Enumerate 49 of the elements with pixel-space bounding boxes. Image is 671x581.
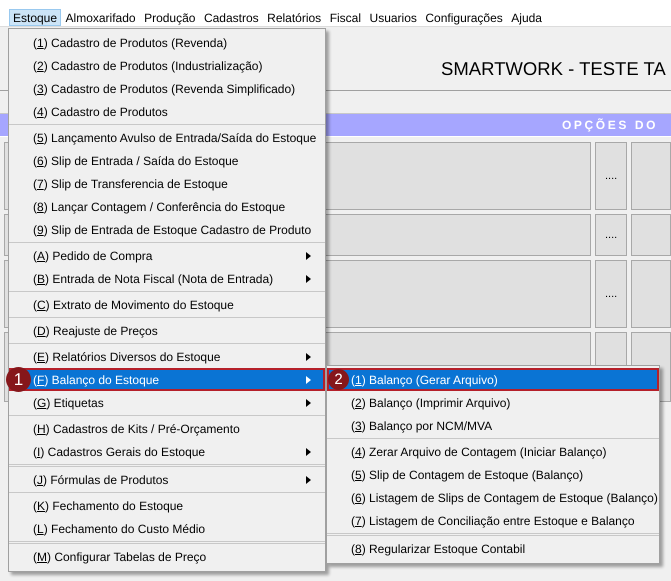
menu-item[interactable]: (K) Fechamento do Estoque bbox=[9, 494, 325, 517]
menu-item[interactable]: (3) Cadastro de Produtos (Revenda Simplificado) bbox=[9, 77, 325, 100]
menu-item[interactable]: (7) Listagem de Conciliação entre Estoque e Balanço bbox=[327, 509, 659, 532]
menu-item[interactable]: (L) Fechamento do Custo Médio bbox=[9, 517, 325, 540]
menu-item[interactable]: (3) Balanço por NCM/MVA bbox=[327, 414, 659, 437]
menu-item[interactable]: (A) Pedido de Compra bbox=[9, 244, 325, 267]
menu-item[interactable]: (C) Extrato de Movimento do Estoque bbox=[9, 293, 325, 316]
menu-bar-item[interactable]: Estoque bbox=[9, 8, 62, 26]
menu-item[interactable]: (7) Slip de Transferencia de Estoque bbox=[9, 172, 325, 195]
menu-item[interactable]: 2 (1) Balanço (Gerar Arquivo) bbox=[327, 368, 659, 391]
ellipsis-button[interactable]: .... bbox=[595, 260, 627, 328]
menu-item[interactable]: (2) Cadastro de Produtos (Industrialização) bbox=[9, 54, 325, 77]
menu-item[interactable]: (B) Entrada de Nota Fiscal (Nota de Entrada) bbox=[9, 267, 325, 290]
menu-item[interactable]: (4) Zerar Arquivo de Contagem (Iniciar Balanço) bbox=[327, 440, 659, 463]
menu-item[interactable]: (H) Cadastros de Kits / Pré-Orçamento bbox=[9, 417, 325, 440]
panel bbox=[631, 214, 671, 256]
menu-bar-item[interactable]: Fiscal bbox=[326, 8, 366, 26]
menu-bar-item[interactable]: Configurações bbox=[421, 8, 507, 26]
ellipsis-button[interactable]: .... bbox=[595, 214, 627, 256]
menu-item[interactable]: (8) Regularizar Estoque Contabil bbox=[327, 537, 659, 560]
menu-item[interactable]: (4) Cadastro de Produtos bbox=[9, 100, 325, 123]
panel bbox=[631, 260, 671, 328]
menu-item[interactable]: (8) Lançar Contagem / Conferência do Estoque bbox=[9, 195, 325, 218]
options-bar-title: OPÇÕES DO bbox=[562, 118, 658, 132]
menu-item[interactable]: (G) Etiquetas bbox=[9, 391, 325, 414]
menu-item[interactable]: 1 (F) Balanço do Estoque bbox=[9, 368, 325, 391]
window-title: SMARTWORK - TESTE TA bbox=[441, 58, 666, 80]
menu-item[interactable]: (E) Relatórios Diversos do Estoque bbox=[9, 345, 325, 368]
menu-item[interactable]: (J) Fórmulas de Produtos bbox=[9, 468, 325, 491]
menu-item[interactable]: (1) Cadastro de Produtos (Revenda) bbox=[9, 31, 325, 54]
menu-item[interactable]: (D) Reajuste de Preços bbox=[9, 319, 325, 342]
callout-badge: 2 bbox=[328, 369, 349, 390]
callout-badge: 1 bbox=[6, 367, 31, 392]
menu-item[interactable]: (I) Cadastros Gerais do Estoque bbox=[9, 440, 325, 463]
ellipsis-button[interactable]: .... bbox=[595, 142, 627, 210]
panel bbox=[631, 142, 671, 210]
menu-item[interactable]: (6) Listagem de Slips de Contagem de Estoque (Balanço) bbox=[327, 486, 659, 509]
menu-bar-item[interactable]: Almoxarifado bbox=[62, 8, 140, 26]
menu-item[interactable]: (9) Slip de Entrada de Estoque Cadastro de Produto bbox=[9, 218, 325, 241]
menu-bar-item[interactable]: Ajuda bbox=[507, 8, 546, 26]
menu-item[interactable]: (2) Balanço (Imprimir Arquivo) bbox=[327, 391, 659, 414]
menu-item[interactable]: (5) Lançamento Avulso de Entrada/Saída do Estoque bbox=[9, 126, 325, 149]
menu-item[interactable]: (M) Configurar Tabelas de Preço bbox=[9, 545, 325, 568]
menu-bar-item[interactable]: Produção bbox=[140, 8, 200, 26]
menu-bar-item[interactable]: Cadastros bbox=[200, 8, 263, 26]
menu-item[interactable]: (6) Slip de Entrada / Saída do Estoque bbox=[9, 149, 325, 172]
menu-item[interactable]: (5) Slip de Contagem de Estoque (Balanço) bbox=[327, 463, 659, 486]
menu-bar-item[interactable]: Usuarios bbox=[366, 8, 421, 26]
menu-bar-item[interactable]: Relatórios bbox=[263, 8, 326, 26]
